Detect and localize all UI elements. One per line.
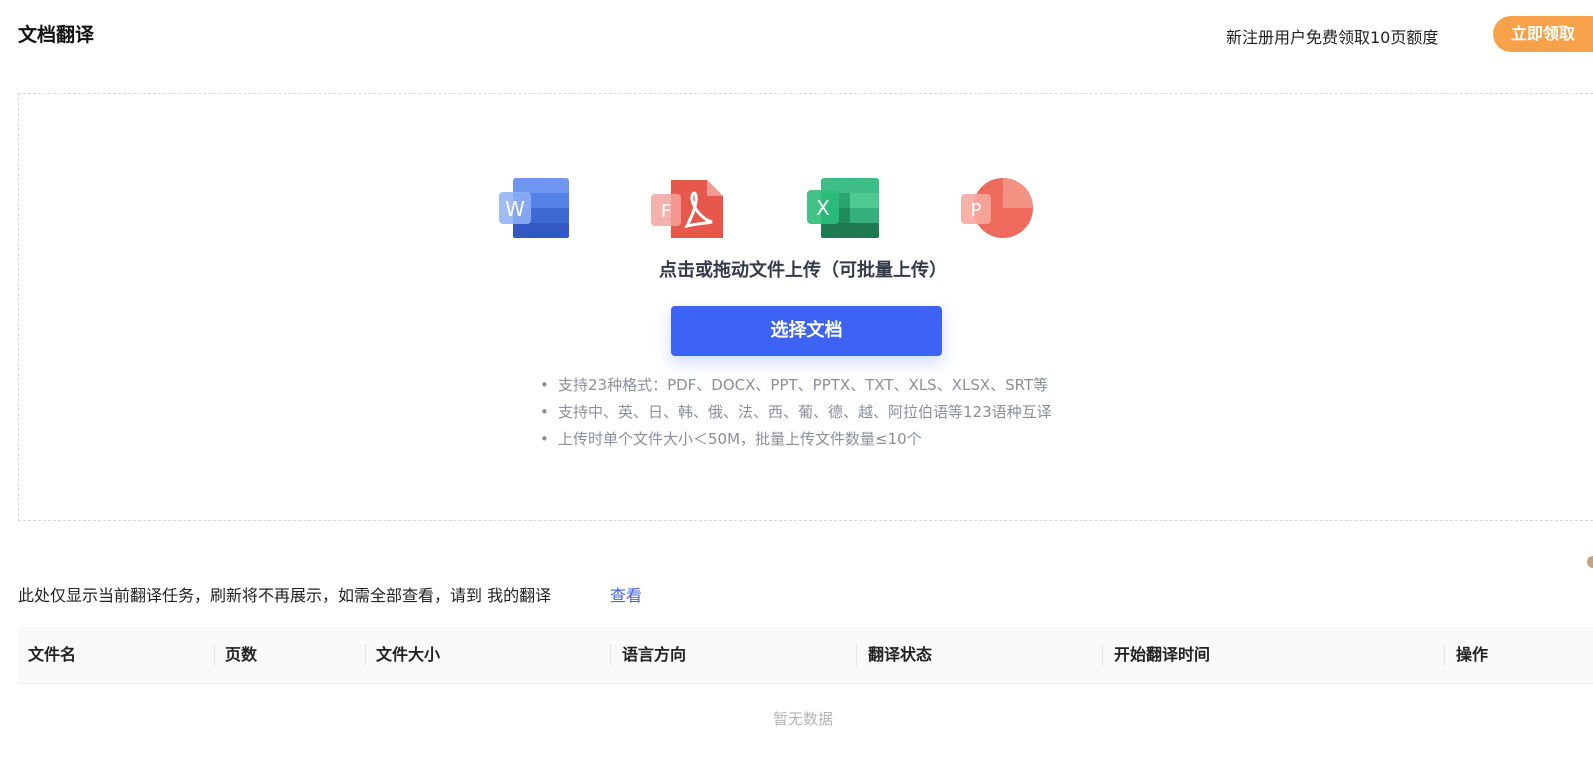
view-all-link[interactable]: 查看 (610, 582, 642, 606)
column-pages: 页数 (225, 645, 258, 664)
pdf-icon: F (651, 180, 723, 238)
note-formats: 支持23种格式：PDF、DOCX、PPT、PPTX、TXT、XLS、XLSX、S… (558, 376, 1049, 394)
column-language-direction: 语言方向 (622, 645, 687, 664)
note-item: • 支持23种格式：PDF、DOCX、PPT、PPTX、TXT、XLS、XLSX、… (540, 376, 1049, 394)
column-divider (610, 644, 611, 666)
note-languages: 支持中、英、日、韩、俄、法、西、葡、德、越、阿拉伯语等123语种互译 (558, 403, 1052, 421)
excel-icon: X (807, 178, 879, 238)
note-limits: 上传时单个文件大小＜50M，批量上传文件数量≤10个 (558, 430, 922, 448)
column-file-size: 文件大小 (376, 645, 441, 664)
table-empty-state: 暂无数据 (772, 710, 833, 728)
column-divider (365, 644, 366, 666)
column-actions: 操作 (1456, 645, 1489, 664)
upload-hint: 点击或拖动文件上传（可批量上传） (659, 260, 947, 281)
column-file-name: 文件名 (28, 645, 77, 664)
pdf-letter: F (661, 201, 671, 222)
column-divider (1102, 644, 1103, 666)
page-title: 文档翻译 (18, 24, 95, 46)
document-translation-page: 文档翻译 新注册用户免费领取10页额度 立即领取 W F X P 点击或拖动文件… (0, 0, 1593, 760)
column-translation-status: 翻译状态 (868, 645, 933, 664)
upload-notes: • 支持23种格式：PDF、DOCX、PPT、PPTX、TXT、XLS、XLSX、… (540, 372, 1052, 453)
claim-now-button[interactable]: 立即领取 (1493, 16, 1593, 52)
task-info-text: 此处仅显示当前翻译任务，刷新将不再展示，如需全部查看，请到 我的翻译 (18, 586, 552, 605)
floating-avatar[interactable] (1587, 556, 1593, 568)
word-icon: W (499, 178, 569, 238)
note-item: • 上传时单个文件大小＜50M，批量上传文件数量≤10个 (540, 430, 922, 448)
powerpoint-icon: P (961, 178, 1033, 238)
word-letter: W (505, 197, 525, 221)
excel-letter: X (816, 196, 830, 220)
column-divider (1444, 644, 1445, 666)
choose-document-button[interactable]: 选择文档 (671, 306, 942, 356)
task-table-header: 文件名 页数 文件大小 语言方向 翻译状态 开始翻译时间 操作 (18, 627, 1593, 684)
column-divider (214, 644, 215, 666)
powerpoint-letter: P (971, 200, 982, 221)
note-item: • 支持中、英、日、韩、俄、法、西、葡、德、越、阿拉伯语等123语种互译 (540, 403, 1052, 421)
column-start-time: 开始翻译时间 (1114, 645, 1211, 664)
column-divider (856, 644, 857, 666)
file-format-icons: W F X P (497, 176, 1037, 240)
promo-text: 新注册用户免费领取10页额度 (1226, 28, 1439, 47)
